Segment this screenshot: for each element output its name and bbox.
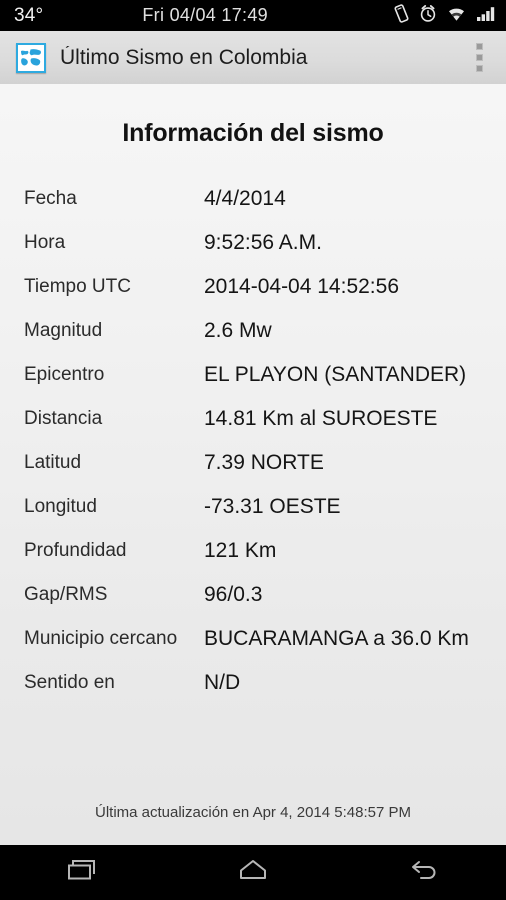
- back-icon: [402, 855, 442, 890]
- info-value: -73.31 OESTE: [204, 495, 341, 518]
- status-icon-group: [393, 3, 496, 28]
- page-title: Información del sismo: [122, 119, 384, 147]
- table-row: Gap/RMS 96/0.3: [0, 573, 506, 617]
- table-row: Magnitud 2.6 Mw: [0, 309, 506, 353]
- info-value: 2.6 Mw: [204, 319, 272, 342]
- table-row: Longitud -73.31 OESTE: [0, 485, 506, 529]
- content-area: Información del sismo Fecha 4/4/2014 Hora 9…: [0, 84, 506, 845]
- info-value: EL PLAYON (SANTANDER): [204, 363, 467, 386]
- info-label: Hora: [24, 232, 66, 253]
- last-update-note: Última actualización en Apr 4, 2014 5:48…: [94, 804, 412, 821]
- wifi-icon: [446, 4, 467, 28]
- table-row: Latitud 7.39 NORTE: [0, 441, 506, 485]
- overflow-dot-icon: [475, 65, 483, 72]
- android-nav-bar: [0, 845, 506, 900]
- info-value: 9:52:56 A.M.: [204, 231, 322, 254]
- info-label: Latitud: [24, 452, 82, 473]
- info-value: 4/4/2014: [204, 187, 286, 210]
- phone-screen: 34° Fri 04/04 17:49 Último Sismo en Colo…: [0, 0, 506, 900]
- earthquake-info-table: Fecha 4/4/2014 Hora 9:52:56 A.M. Tiempo UTC 2…: [0, 177, 506, 705]
- info-value: 2014-04-04 14:52:56: [204, 275, 399, 298]
- table-row: Sentido en N/D: [0, 661, 506, 705]
- info-label: Gap/RMS: [24, 584, 108, 605]
- action-bar: Último Sismo en Colombia: [0, 31, 506, 84]
- recents-button[interactable]: [0, 845, 169, 900]
- status-bar: 34° Fri 04/04 17:49: [0, 0, 506, 31]
- app-title: Último Sismo en Colombia: [60, 45, 308, 69]
- table-row: Hora 9:52:56 A.M.: [0, 221, 506, 265]
- table-row: Epicentro EL PLAYON (SANTANDER): [0, 353, 506, 397]
- signal-icon: [476, 4, 496, 28]
- info-label: Epicentro: [24, 364, 105, 385]
- overflow-dot-icon: [475, 43, 483, 50]
- back-button[interactable]: [337, 845, 506, 900]
- info-value: 14.81 Km al SUROESTE: [204, 407, 438, 430]
- info-label: Fecha: [24, 188, 77, 209]
- table-row: Profundidad 121 Km: [0, 529, 506, 573]
- info-label: Longitud: [24, 496, 97, 517]
- globe-app-icon: [16, 42, 46, 73]
- info-label: Tiempo UTC: [24, 276, 131, 297]
- info-value: 96/0.3: [204, 583, 263, 606]
- table-row: Distancia 14.81 Km al SUROESTE: [0, 397, 506, 441]
- vibrate-icon: [393, 3, 410, 28]
- table-row: Tiempo UTC 2014-04-04 14:52:56: [0, 265, 506, 309]
- recents-icon: [65, 855, 103, 890]
- overflow-dot-icon: [475, 54, 483, 61]
- info-value: BUCARAMANGA a 36.0 Km: [204, 627, 469, 650]
- info-label: Sentido en: [24, 672, 115, 693]
- overflow-menu-button[interactable]: [460, 34, 498, 82]
- info-label: Distancia: [24, 408, 103, 429]
- home-button[interactable]: [169, 845, 338, 900]
- info-label: Magnitud: [24, 320, 103, 341]
- info-label: Profundidad: [24, 540, 127, 561]
- info-value: 121 Km: [204, 539, 277, 562]
- table-row: Fecha 4/4/2014: [0, 177, 506, 221]
- info-value: N/D: [204, 671, 241, 694]
- info-value: 7.39 NORTE: [204, 451, 324, 474]
- info-label: Municipio cercano: [24, 628, 178, 649]
- home-icon: [234, 855, 272, 890]
- status-temperature: 34°: [14, 4, 44, 26]
- status-clock: Fri 04/04 17:49: [142, 5, 268, 25]
- alarm-icon: [419, 4, 437, 28]
- table-row: Municipio cercano BUCARAMANGA a 36.0 Km: [0, 617, 506, 661]
